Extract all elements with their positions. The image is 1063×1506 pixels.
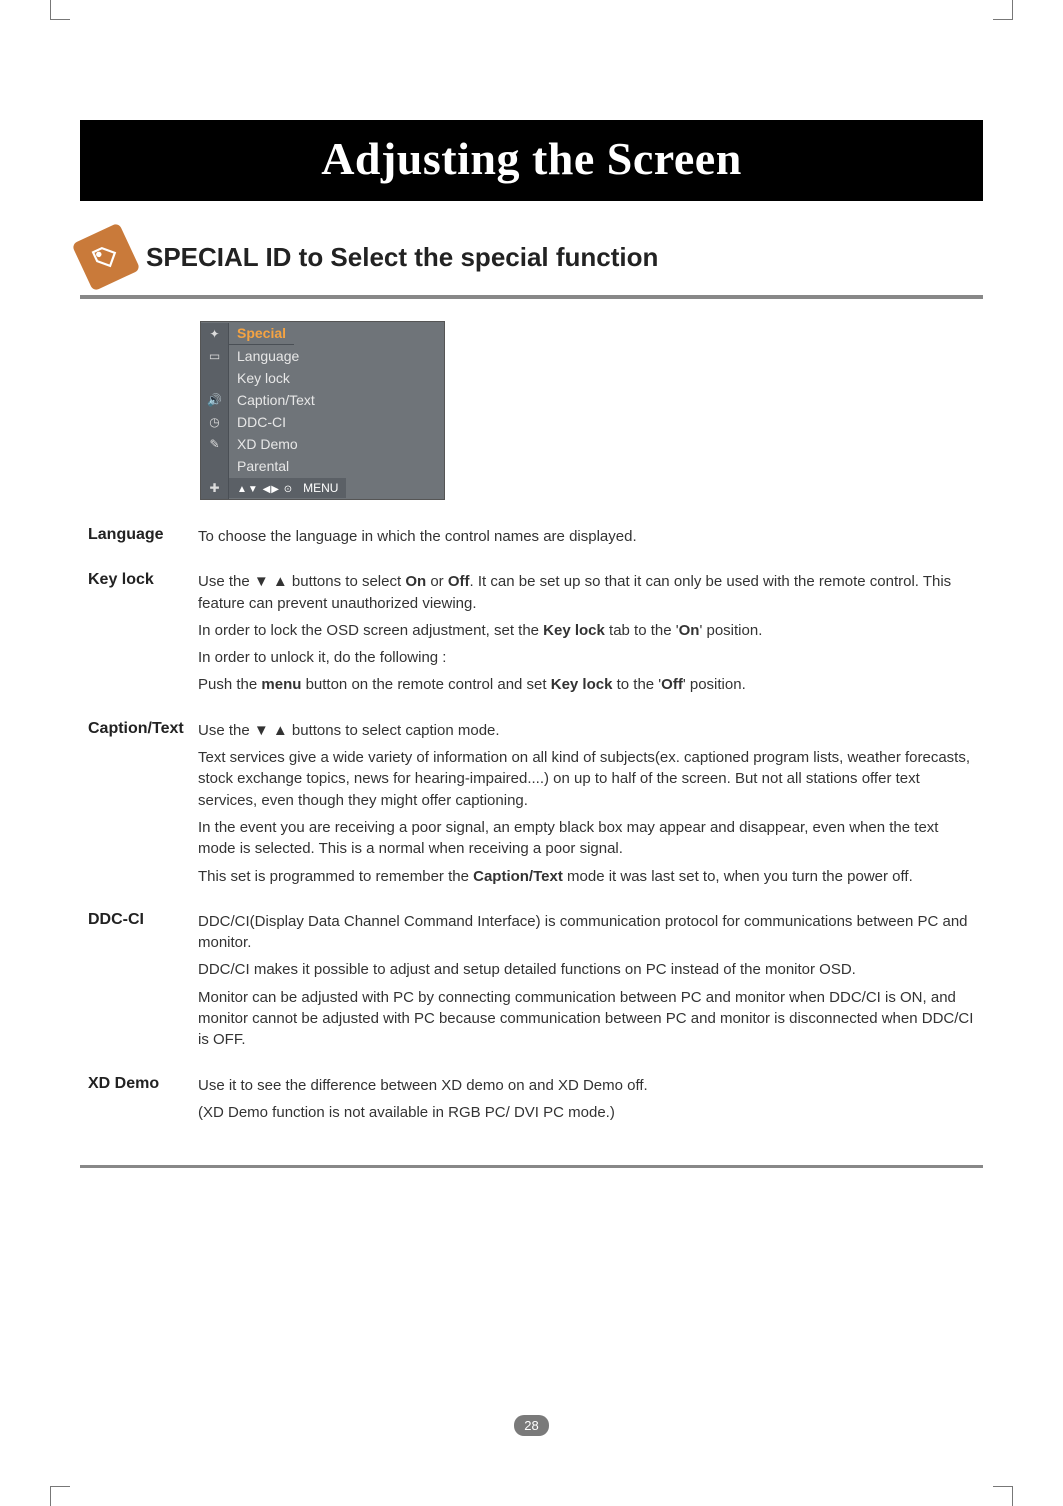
bold: Off [661, 676, 683, 693]
def-body-caption: Use the ▼ ▲ buttons to select caption mo… [198, 720, 975, 893]
nav-glyphs: ▲▼ ◀▶ ⊙ [237, 484, 293, 495]
def-label-xddemo: XD Demo [88, 1075, 198, 1130]
osd-item-caption[interactable]: Caption/Text [229, 390, 323, 410]
def-label-language: Language [88, 526, 198, 553]
text: buttons to select caption mode. [288, 722, 500, 739]
text: Use the [198, 722, 254, 739]
osd-item-xddemo[interactable]: XD Demo [229, 434, 306, 454]
caption-p4: This set is programmed to remember the C… [198, 866, 975, 887]
keylock-p1: Use the ▼ ▲ buttons to select On or Off.… [198, 571, 975, 614]
ddcci-p1: DDC/CI(Display Data Channel Command Inte… [198, 911, 975, 954]
spacer-icon [201, 455, 229, 477]
text: or [426, 573, 448, 590]
crop-mark [50, 0, 70, 20]
text: ' position. [699, 622, 762, 639]
osd-footer: ▲▼ ◀▶ ⊙ MENU [229, 478, 346, 498]
monitor-icon: ▭ [201, 345, 229, 367]
def-body-xddemo: Use it to see the difference between XD … [198, 1075, 975, 1130]
page-title: Adjusting the Screen [80, 132, 983, 185]
ddcci-p3: Monitor can be adjusted with PC by conne… [198, 987, 975, 1051]
bold-off: Off [448, 573, 470, 590]
text: In order to lock the OSD screen adjustme… [198, 622, 543, 639]
caption-p1: Use the ▼ ▲ buttons to select caption mo… [198, 720, 975, 741]
def-label-keylock: Key lock [88, 571, 198, 701]
keylock-p4: Push the menu button on the remote contr… [198, 674, 975, 695]
text: ' position. [683, 676, 746, 693]
osd-header: Special [229, 322, 294, 345]
osd-item-keylock[interactable]: Key lock [229, 368, 298, 388]
section-heading: SPECIAL ID to Select the special functio… [146, 242, 658, 273]
page-number: 28 [514, 1415, 548, 1436]
settings-icon: ✚ [201, 477, 229, 499]
keylock-p3: In order to unlock it, do the following … [198, 647, 975, 668]
text: mode it was last set to, when you turn t… [563, 868, 913, 885]
xddemo-p2: (XD Demo function is not available in RG… [198, 1102, 975, 1123]
arrow-glyphs: ▼ ▲ [254, 722, 288, 739]
bold: Caption/Text [473, 868, 563, 885]
text: Use the [198, 573, 254, 590]
caption-p2: Text services give a wide variety of inf… [198, 747, 975, 811]
osd-menu: ✦ Special ▭ Language Key lock 🔊 Caption/… [200, 321, 445, 500]
divider [80, 295, 983, 299]
arrow-glyphs: ▼ ▲ [254, 573, 288, 590]
text: to the ' [612, 676, 661, 693]
spacer-icon [201, 367, 229, 389]
bold: menu [261, 676, 301, 693]
text: button on the remote control and set [301, 676, 550, 693]
osd-item-language[interactable]: Language [229, 346, 307, 366]
page-number-wrap: 28 [0, 1415, 1063, 1436]
clock-icon: ◷ [201, 411, 229, 433]
bold: On [679, 622, 700, 639]
crop-mark [993, 0, 1013, 20]
bold: Key lock [551, 676, 613, 693]
crop-mark [50, 1486, 70, 1506]
caption-p3: In the event you are receiving a poor si… [198, 817, 975, 860]
def-body-keylock: Use the ▼ ▲ buttons to select On or Off.… [198, 571, 975, 701]
osd-footer-label: MENU [303, 481, 338, 495]
section-header-row: SPECIAL ID to Select the special functio… [80, 231, 983, 283]
def-body-language: To choose the language in which the cont… [198, 526, 975, 553]
language-text: To choose the language in which the cont… [198, 526, 975, 547]
xddemo-p1: Use it to see the difference between XD … [198, 1075, 975, 1096]
bold-on: On [405, 573, 426, 590]
def-label-ddcci: DDC-CI [88, 911, 198, 1057]
tag-icon [71, 222, 140, 291]
osd-item-ddcci[interactable]: DDC-CI [229, 412, 294, 432]
sparkle-icon: ✦ [201, 323, 229, 345]
bold: Key lock [543, 622, 605, 639]
text: buttons to select [288, 573, 406, 590]
speaker-icon: 🔊 [201, 389, 229, 411]
text: tab to the ' [605, 622, 679, 639]
title-band: Adjusting the Screen [80, 120, 983, 201]
text: Push the [198, 676, 261, 693]
def-body-ddcci: DDC/CI(Display Data Channel Command Inte… [198, 911, 975, 1057]
def-label-caption: Caption/Text [88, 720, 198, 893]
crop-mark [993, 1486, 1013, 1506]
tag-small-icon: ✎ [201, 433, 229, 455]
text: This set is programmed to remember the [198, 868, 473, 885]
ddcci-p2: DDC/CI makes it possible to adjust and s… [198, 959, 975, 980]
keylock-p2: In order to lock the OSD screen adjustme… [198, 620, 975, 641]
footer-divider [80, 1165, 983, 1168]
osd-item-parental[interactable]: Parental [229, 456, 297, 476]
